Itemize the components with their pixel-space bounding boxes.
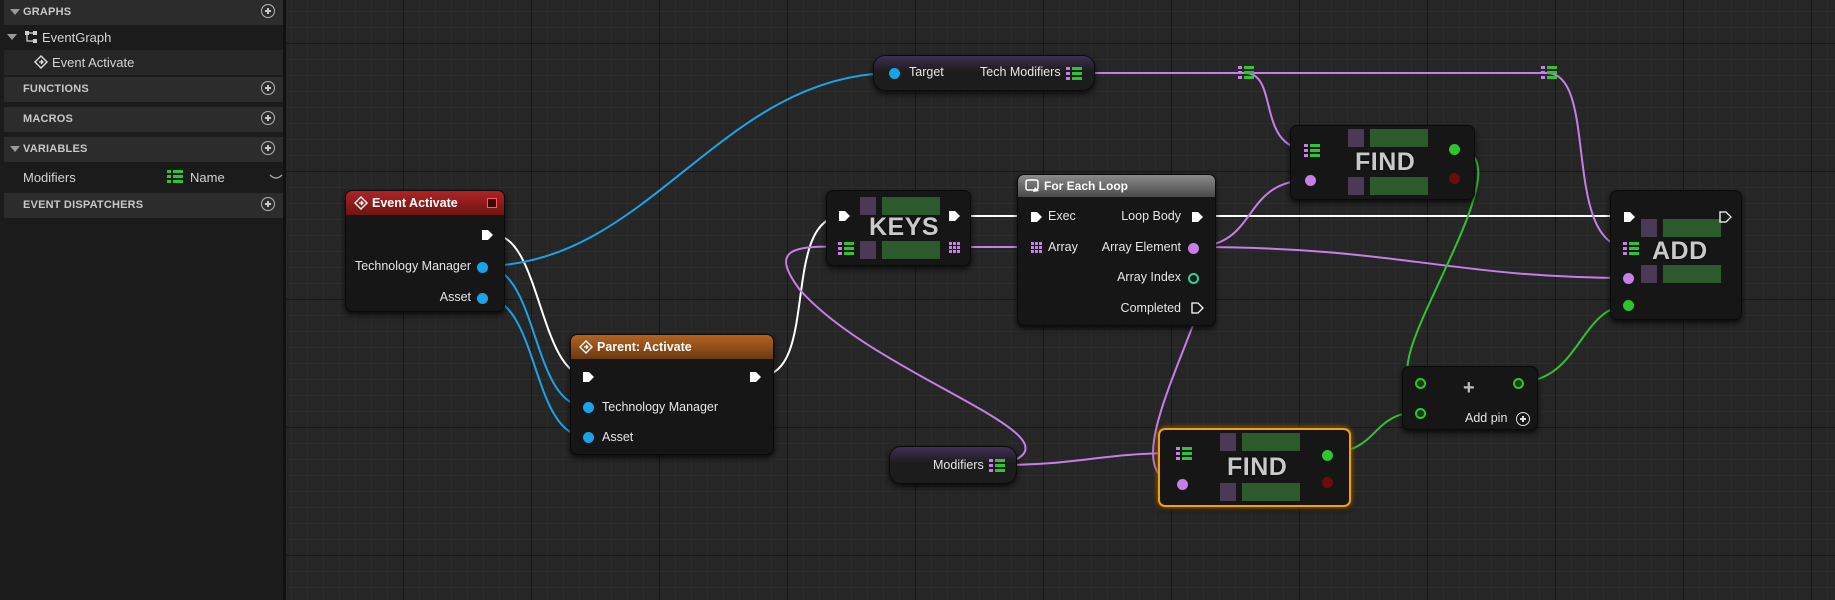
- node-title: Parent: Activate: [597, 340, 692, 354]
- completed-pin[interactable]: [1191, 302, 1204, 314]
- value-out-pin[interactable]: [1322, 450, 1333, 461]
- pin-label: Asset: [602, 430, 634, 444]
- pin-label: Array Element: [1101, 240, 1181, 254]
- map-wire: [785, 245, 1027, 466]
- pin-label: Tech Modifiers: [980, 65, 1061, 79]
- output-pin[interactable]: [1513, 378, 1524, 389]
- map-reroute-knot[interactable]: [1541, 66, 1557, 80]
- technology-manager-pin[interactable]: [477, 262, 488, 273]
- key-in-pin[interactable]: [1623, 273, 1634, 284]
- math-add-node[interactable]: + Add pin: [1402, 366, 1538, 430]
- delegate-pin-icon[interactable]: [487, 198, 497, 208]
- add-pin-button[interactable]: Add pin: [1465, 411, 1507, 425]
- node-title: For Each Loop: [1044, 179, 1128, 193]
- event-icon: [354, 196, 368, 210]
- pin-label: Target: [909, 65, 944, 79]
- map-out-pin[interactable]: [989, 459, 1005, 473]
- key-in-pin[interactable]: [1305, 175, 1316, 186]
- exec-in-pin[interactable]: [838, 210, 851, 222]
- loop-body-pin[interactable]: [1191, 211, 1204, 223]
- map-in-pin[interactable]: [1623, 242, 1639, 256]
- pin-label: Modifiers: [933, 458, 984, 472]
- exec-out-pin[interactable]: [481, 229, 494, 241]
- map-pin[interactable]: [1066, 67, 1082, 81]
- keys-node[interactable]: KEYS: [826, 190, 971, 266]
- pin-label: Array: [1048, 240, 1078, 254]
- exec-in-pin[interactable]: [1030, 211, 1043, 223]
- node-label: FIND: [1227, 453, 1288, 481]
- pin-label: Technology Manager: [602, 400, 719, 414]
- technology-manager-pin[interactable]: [583, 402, 594, 413]
- map-in-pin[interactable]: [1176, 447, 1192, 461]
- pin-label: Array Index: [1117, 270, 1181, 284]
- return-value-pin[interactable]: [1322, 477, 1333, 488]
- map-reroute-knot[interactable]: [1238, 66, 1254, 80]
- pin-label: Technology Manager: [354, 259, 471, 273]
- exec-in-pin[interactable]: [582, 371, 595, 383]
- value-in-pin[interactable]: [1623, 300, 1634, 311]
- node-header: Parent: Activate: [571, 335, 773, 359]
- node-label: KEYS: [869, 213, 940, 241]
- array-out-pin[interactable]: [949, 242, 961, 254]
- exec-out-pin[interactable]: [749, 371, 762, 383]
- event-activate-node[interactable]: Event Activate Technology Manager Asset: [345, 190, 505, 312]
- modifiers-getter-node[interactable]: Modifiers: [889, 446, 1017, 484]
- tech-modifiers-getter-node[interactable]: Target Tech Modifiers: [873, 55, 1095, 91]
- node-header: For Each Loop: [1018, 175, 1215, 197]
- parent-activate-node[interactable]: Parent: Activate Technology Manager Asse…: [570, 334, 774, 455]
- pin-label: Asset: [439, 290, 471, 304]
- add-node[interactable]: ADD: [1610, 190, 1742, 320]
- map-in-pin[interactable]: [838, 242, 854, 256]
- node-title: Event Activate: [372, 196, 458, 210]
- node-label: FIND: [1355, 148, 1416, 176]
- exec-out-pin[interactable]: [1719, 211, 1732, 223]
- input-b-pin[interactable]: [1415, 408, 1426, 419]
- find-node-selected[interactable]: FIND: [1158, 428, 1351, 507]
- add-pin-icon[interactable]: [1516, 412, 1530, 426]
- pin-label: Completed: [1120, 301, 1181, 315]
- array-element-pin[interactable]: [1188, 243, 1199, 254]
- asset-pin[interactable]: [583, 432, 594, 443]
- for-each-loop-node[interactable]: For Each Loop Exec Array Loop Body Array…: [1017, 174, 1216, 326]
- pin-label: Loop Body: [1121, 209, 1181, 223]
- map-in-pin[interactable]: [1304, 144, 1320, 158]
- target-pin[interactable]: [889, 68, 900, 79]
- exec-in-pin[interactable]: [1623, 211, 1636, 223]
- array-index-pin[interactable]: [1188, 273, 1199, 284]
- input-a-pin[interactable]: [1415, 378, 1426, 389]
- exec-out-pin[interactable]: [948, 210, 961, 222]
- find-node[interactable]: FIND: [1290, 125, 1475, 200]
- value-out-pin[interactable]: [1449, 144, 1460, 155]
- function-icon: [579, 340, 593, 354]
- node-label: ADD: [1652, 237, 1708, 265]
- node-header: Event Activate: [346, 191, 504, 215]
- operator-symbol: +: [1463, 377, 1475, 399]
- loop-icon: [1025, 179, 1039, 192]
- asset-pin[interactable]: [477, 293, 488, 304]
- return-value-pin[interactable]: [1449, 173, 1460, 184]
- key-in-pin[interactable]: [1177, 479, 1188, 490]
- array-in-pin[interactable]: [1031, 242, 1043, 254]
- name-wire: [1192, 246, 1631, 279]
- pin-label: Exec: [1048, 209, 1076, 223]
